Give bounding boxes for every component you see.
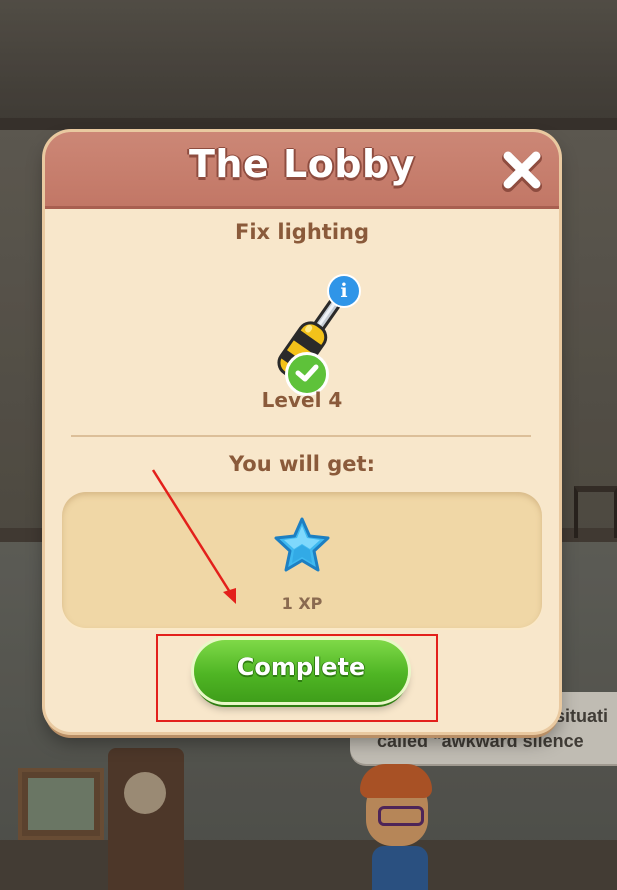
reward-title: You will get:	[229, 452, 375, 476]
reward-xp: 1 XP	[281, 594, 323, 613]
section-divider	[71, 435, 531, 437]
close-icon	[502, 151, 542, 192]
level-label: Level 4	[261, 388, 343, 412]
star-icon	[274, 517, 330, 572]
dialog-header: The Lobby	[45, 132, 559, 209]
dialog-title: The Lobby	[189, 142, 415, 186]
info-icon[interactable]: i	[327, 274, 361, 308]
annotation-highlight-box	[156, 634, 438, 722]
close-button[interactable]	[500, 148, 544, 192]
task-name: Fix lighting	[235, 220, 369, 244]
